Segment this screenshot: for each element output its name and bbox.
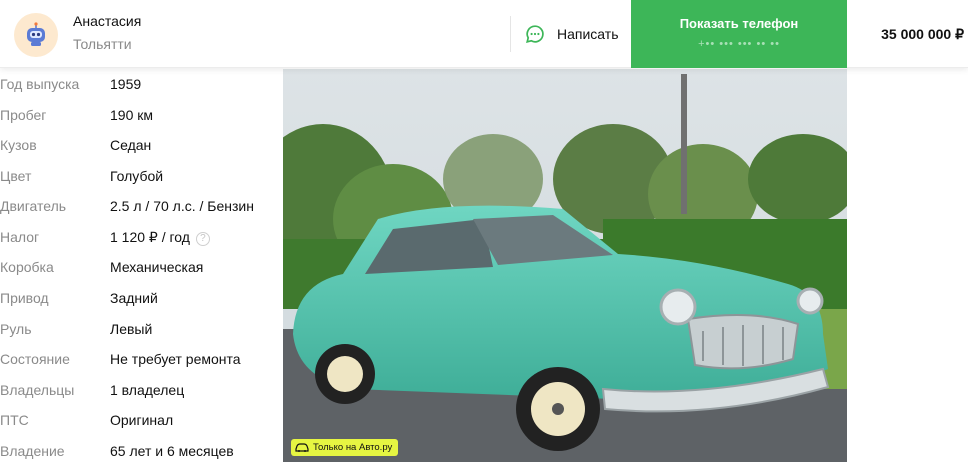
spec-label: Налог (0, 229, 40, 245)
spec-row-pts: ПТС Оригинал (0, 412, 280, 442)
seller-avatar[interactable] (14, 13, 58, 57)
spec-value-wrap: 1 120 ₽ / год? (110, 229, 210, 246)
seller-city: Тольятти (73, 36, 132, 52)
spec-row-owners: Владельцы 1 владелец (0, 382, 280, 412)
spec-label: Двигатель (0, 198, 67, 214)
spec-row-drive: Привод Задний (0, 290, 280, 320)
spec-value[interactable]: Седан (110, 137, 151, 153)
spec-label: Владельцы (0, 382, 75, 398)
exclusive-badge-label: Только на Авто.ру (313, 442, 393, 453)
spec-row-condition: Состояние Не требует ремонта (0, 351, 280, 381)
spec-row-ownership: Владение 65 лет и 6 месяцев (0, 443, 280, 462)
spec-row-steering: Руль Левый (0, 321, 280, 351)
spec-value: Левый (110, 321, 153, 337)
spec-value: 65 лет и 6 месяцев (110, 443, 234, 459)
spec-label: Год выпуска (0, 76, 80, 92)
spec-value: Задний (110, 290, 158, 306)
spec-row-transmission: Коробка Механическая (0, 259, 280, 289)
spec-row-tax: Налог 1 120 ₽ / год? (0, 229, 280, 259)
spec-label: ПТС (0, 412, 29, 428)
spec-value: 1959 (110, 76, 142, 92)
car-illustration (283, 69, 847, 462)
spec-row-body: Кузов Седан (0, 137, 280, 167)
spec-row-color: Цвет Голубой (0, 168, 280, 198)
spec-value: 1 владелец (110, 382, 185, 398)
spec-value: 1 120 ₽ / год (110, 229, 190, 245)
spec-value: Механическая (110, 259, 204, 275)
spec-label: Состояние (0, 351, 70, 367)
seller-header: Анастасия Тольятти Написать Показать тел… (0, 0, 968, 68)
spec-label: Привод (0, 290, 49, 306)
spec-row-year: Год выпуска 1959 (0, 76, 280, 106)
car-icon (295, 443, 309, 452)
spec-label: Пробег (0, 107, 47, 123)
car-photo[interactable]: Только на Авто.ру (283, 69, 847, 462)
exclusive-badge: Только на Авто.ру (291, 439, 399, 456)
chat-bubble-icon (526, 25, 544, 43)
spec-label: Кузов (0, 137, 37, 153)
spec-value: 2.5 л / 70 л.с. / Бензин (110, 198, 254, 214)
spec-row-engine: Двигатель 2.5 л / 70 л.с. / Бензин (0, 198, 280, 228)
spec-value: Голубой (110, 168, 164, 184)
spec-value: 190 км (110, 107, 153, 123)
price: 35 000 000 ₽ (881, 26, 964, 42)
spec-label: Руль (0, 321, 32, 337)
masked-phone: +•• ••• ••• •• •• (698, 38, 780, 50)
show-phone-label: Показать телефон (679, 16, 799, 31)
spec-label: Владение (0, 443, 65, 459)
spec-row-mileage: Пробег 190 км (0, 107, 280, 137)
spec-label: Коробка (0, 259, 54, 275)
question-circle-icon[interactable]: ? (195, 232, 210, 246)
write-message-button[interactable]: Написать (511, 0, 631, 68)
robot-avatar-icon (27, 22, 45, 46)
spec-value: Не требует ремонта (110, 351, 241, 367)
write-message-label: Написать (557, 26, 619, 42)
spec-value: Оригинал (110, 412, 174, 428)
spec-label: Цвет (0, 168, 32, 184)
seller-name: Анастасия (73, 13, 142, 29)
show-phone-button[interactable]: Показать телефон +•• ••• ••• •• •• (631, 0, 847, 68)
